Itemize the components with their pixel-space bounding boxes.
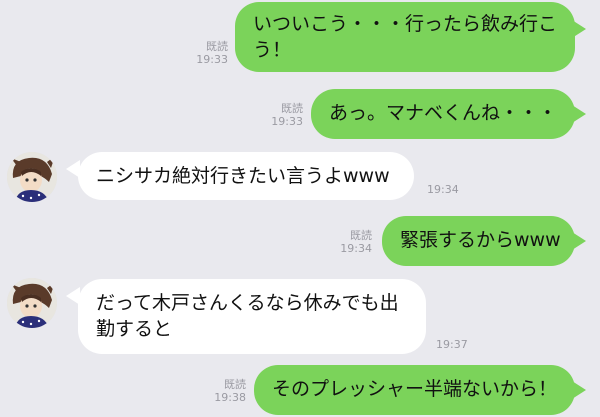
avatar-icon bbox=[7, 152, 57, 202]
message-line: う！ bbox=[253, 39, 292, 61]
message-bubble: そのプレッシャー半端ないから！ bbox=[254, 365, 575, 415]
timestamp: 19:34 bbox=[340, 242, 372, 255]
message-line: 緊張するからwww bbox=[400, 229, 561, 251]
read-receipt: 既読 bbox=[206, 40, 228, 53]
timestamp: 19:34 bbox=[427, 183, 459, 196]
bubble-tail bbox=[572, 20, 586, 38]
timestamp: 19:33 bbox=[271, 115, 303, 128]
message-line: だって木戸さんくるなら休みでも出 bbox=[96, 292, 399, 314]
message-line: 勤すると bbox=[96, 318, 173, 340]
message-bubble: いついこう・・・行ったら飲み行こ う！ bbox=[235, 2, 575, 72]
message-meta: 既読 19:33 bbox=[271, 102, 303, 128]
message-meta: 既読 19:33 bbox=[196, 40, 228, 66]
message-bubble: ニシサカ絶対行きたい言うよwww bbox=[78, 152, 414, 200]
message-line: そのプレッシャー半端ないから！ bbox=[272, 378, 558, 400]
timestamp: 19:38 bbox=[214, 391, 246, 404]
message-bubble: 緊張するからwww bbox=[382, 216, 575, 266]
timestamp: 19:37 bbox=[436, 338, 468, 351]
read-receipt: 既読 bbox=[224, 378, 246, 391]
message-line: いついこう・・・行ったら飲み行こ bbox=[253, 13, 558, 35]
bubble-tail bbox=[572, 381, 586, 399]
message-line: ニシサカ絶対行きたい言うよwww bbox=[96, 165, 390, 187]
timestamp: 19:33 bbox=[196, 53, 228, 66]
message-bubble: だって木戸さんくるなら休みでも出 勤すると bbox=[78, 279, 426, 354]
read-receipt: 既読 bbox=[281, 102, 303, 115]
message-bubble: あっ。マナベくんね・・・ bbox=[311, 89, 575, 139]
message-meta: 既読 19:38 bbox=[214, 378, 246, 404]
message-line: あっ。マナベくんね・・・ bbox=[329, 102, 558, 124]
bubble-tail bbox=[572, 105, 586, 123]
avatar-icon bbox=[7, 278, 57, 328]
avatar[interactable] bbox=[7, 278, 57, 328]
bubble-tail bbox=[572, 232, 586, 250]
message-meta: 既読 19:34 bbox=[340, 229, 372, 255]
read-receipt: 既読 bbox=[350, 229, 372, 242]
avatar[interactable] bbox=[7, 152, 57, 202]
